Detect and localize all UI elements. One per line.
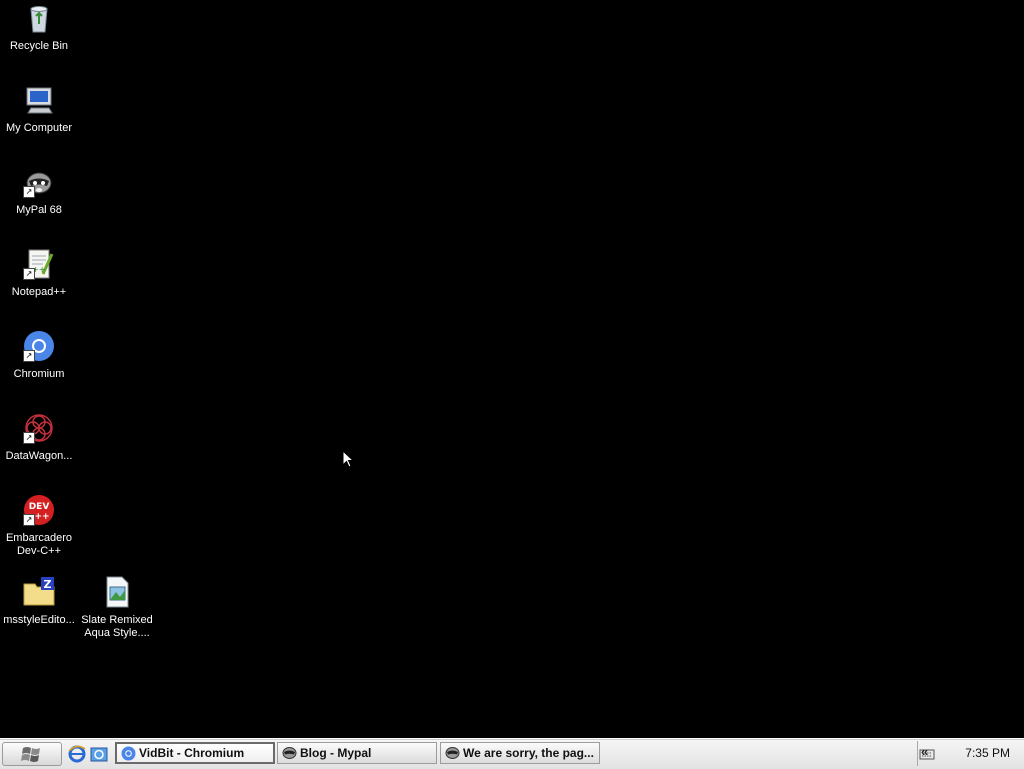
- msstyle-editor-icon: Z: [23, 576, 55, 608]
- desktop-icon-label: My Computer: [5, 122, 73, 134]
- svg-text:++: ++: [34, 512, 49, 522]
- desktop-icon-label: Notepad++: [11, 286, 67, 298]
- taskbar: VidBit - Chromium Blog - Mypal We are so…: [0, 738, 1024, 769]
- desktop-icon-mypal[interactable]: ↗ MyPal 68: [0, 166, 78, 217]
- chromium-icon: [121, 746, 136, 761]
- desktop-icon-label: DataWagon...: [5, 450, 73, 462]
- chromium-icon: ↗: [23, 330, 55, 362]
- my-computer-icon: [23, 84, 55, 116]
- recycle-bin-icon: [23, 2, 55, 34]
- mypal-raccoon-icon: [282, 745, 297, 760]
- svg-text:Z: Z: [44, 578, 52, 591]
- devcpp-icon: DEV ++ ↗: [23, 494, 55, 526]
- task-label: VidBit - Chromium: [139, 746, 245, 760]
- desktop-icon-chromium[interactable]: ↗ Chromium: [0, 330, 78, 381]
- notepadpp-icon: ++ ↗: [23, 248, 55, 280]
- clock[interactable]: 7:35 PM: [965, 746, 1010, 760]
- desktop-icon-label: Slate Remixed Aqua Style....: [81, 614, 153, 639]
- tray-expand-button[interactable]: «: [921, 744, 928, 759]
- system-tray: « 7:35 PM: [917, 741, 1024, 766]
- shortcut-arrow-icon: ↗: [23, 432, 35, 444]
- taskbar-button-sorry-page[interactable]: We are sorry, the pag...: [440, 742, 600, 764]
- desktop-icon-msstyle-editor[interactable]: Z msstyleEdito...: [0, 576, 78, 627]
- desktop-icon-label: Chromium: [13, 368, 65, 380]
- taskbar-button-blog-mypal[interactable]: Blog - Mypal: [277, 742, 437, 764]
- mypal-raccoon-icon: ↗: [23, 166, 55, 198]
- internet-explorer-icon[interactable]: [68, 745, 86, 763]
- mouse-cursor-icon: [342, 449, 355, 468]
- desktop-icon-label: Embarcadero Dev-C++: [5, 532, 73, 557]
- taskbar-button-chromium[interactable]: VidBit - Chromium: [115, 742, 275, 764]
- mypal-raccoon-icon: [445, 745, 460, 760]
- desktop-icon-datawagon[interactable]: ↗ DataWagon...: [0, 412, 78, 463]
- desktop-icon-label: Recycle Bin: [9, 40, 69, 52]
- task-label: We are sorry, the pag...: [463, 746, 594, 760]
- task-label: Blog - Mypal: [300, 746, 372, 760]
- shortcut-arrow-icon: ↗: [23, 186, 35, 198]
- desktop-icon-theme-file[interactable]: Slate Remixed Aqua Style....: [78, 576, 156, 640]
- desktop-icon-label: msstyleEdito...: [3, 614, 75, 626]
- svg-text:DEV: DEV: [29, 502, 50, 512]
- shortcut-arrow-icon: ↗: [23, 514, 35, 526]
- shortcut-arrow-icon: ↗: [23, 350, 35, 362]
- desktop-icon-recycle-bin[interactable]: Recycle Bin: [0, 2, 78, 53]
- start-button[interactable]: [2, 742, 62, 766]
- desktop-icon-label: MyPal 68: [16, 204, 62, 216]
- windows-logo-icon: [21, 745, 43, 763]
- desktop-icon-devcpp[interactable]: DEV ++ ↗ Embarcadero Dev-C++: [0, 494, 78, 558]
- desktop[interactable]: Recycle Bin My Computer ↗ MyPal 68 ++ ↗ …: [0, 0, 1024, 738]
- desktop-icon-notepadpp[interactable]: ++ ↗ Notepad++: [0, 248, 78, 299]
- theme-file-icon: [101, 576, 133, 608]
- datawagon-icon: ↗: [23, 412, 55, 444]
- shortcut-arrow-icon: ↗: [23, 268, 35, 280]
- outlook-express-icon[interactable]: [90, 745, 108, 763]
- desktop-icon-my-computer[interactable]: My Computer: [0, 84, 78, 135]
